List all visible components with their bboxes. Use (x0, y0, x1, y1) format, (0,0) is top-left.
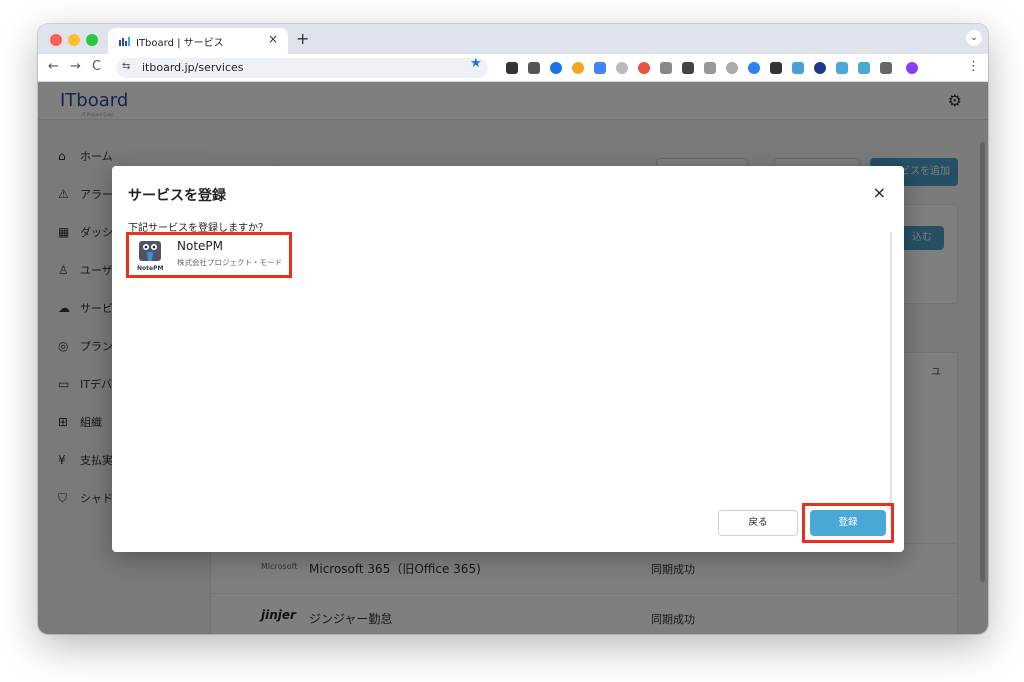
bookmark-star-icon[interactable]: ★ (470, 56, 482, 71)
extension-icon[interactable] (528, 62, 540, 74)
extension-icon[interactable] (572, 62, 584, 74)
tab-title: ITboard | サービス (136, 38, 224, 49)
extension-icon[interactable] (726, 62, 738, 74)
close-icon[interactable]: × (873, 183, 886, 202)
extension-icon[interactable] (616, 62, 628, 74)
new-tab-button[interactable]: + (296, 29, 309, 48)
service-company: 株式会社プロジェクト・モード (177, 258, 282, 267)
profile-avatar[interactable] (906, 62, 918, 74)
extension-icon[interactable] (638, 62, 650, 74)
app-root: ITboard IT Prepare Corp ⚙ ⌂ホーム ⚠アラー ▦ダッシ… (38, 82, 988, 634)
address-bar: ← → C ⇆ itboard.jp/services ★ ⋮ (38, 54, 988, 82)
url-field[interactable]: ⇆ itboard.jp/services (116, 58, 488, 78)
register-button[interactable]: 登録 (810, 510, 886, 536)
extension-icon[interactable] (748, 62, 760, 74)
itboard-extension-icon[interactable] (858, 62, 870, 74)
notepm-logo-text: NotePM (137, 265, 164, 272)
browser-tab[interactable]: ITboard | サービス × (108, 28, 288, 54)
notepm-logo: NotePM (135, 239, 165, 273)
itboard-extension-icon[interactable] (836, 62, 848, 74)
register-service-dialog: サービスを登録 × 下記サービスを登録しますか？ NotePM NotePM 株… (112, 166, 904, 552)
extension-icon[interactable] (550, 62, 562, 74)
close-window-button[interactable] (50, 34, 62, 46)
maximize-window-button[interactable] (86, 34, 98, 46)
extensions-puzzle-icon[interactable] (880, 62, 892, 74)
extension-icon[interactable] (506, 62, 518, 74)
browser-window: ITboard | サービス × + ⌄ ← → C ⇆ itboard.jp/… (38, 24, 988, 634)
extension-icon[interactable] (704, 62, 716, 74)
tab-bar: ITboard | サービス × + ⌄ (38, 24, 988, 54)
extension-icon[interactable] (660, 62, 672, 74)
owl-icon (139, 241, 161, 261)
service-item-notepm[interactable]: NotePM NotePM 株式会社プロジェクト・モード (126, 232, 292, 278)
calendar-extension-icon[interactable] (594, 62, 606, 74)
register-highlight: 登録 (802, 503, 894, 543)
extension-icon[interactable] (792, 62, 804, 74)
browser-menu-icon[interactable]: ⋮ (967, 59, 980, 74)
service-name: NotePM (177, 239, 223, 253)
dialog-scrollbar[interactable] (890, 232, 892, 510)
tab-search-icon[interactable]: ⌄ (966, 30, 982, 46)
back-button[interactable]: ← (48, 59, 59, 74)
forward-button[interactable]: → (70, 59, 81, 74)
back-button[interactable]: 戻る (718, 510, 798, 536)
tab-close-icon[interactable]: × (268, 32, 278, 46)
dialog-title: サービスを登録 (128, 188, 226, 204)
itboard-favicon-icon (119, 37, 130, 46)
extension-icon[interactable] (770, 62, 782, 74)
site-settings-icon[interactable]: ⇆ (122, 61, 130, 72)
extension-icon[interactable] (682, 62, 694, 74)
extension-icon[interactable] (814, 62, 826, 74)
url-text: itboard.jp/services (142, 61, 244, 74)
minimize-window-button[interactable] (68, 34, 80, 46)
reload-button[interactable]: C (92, 59, 101, 74)
